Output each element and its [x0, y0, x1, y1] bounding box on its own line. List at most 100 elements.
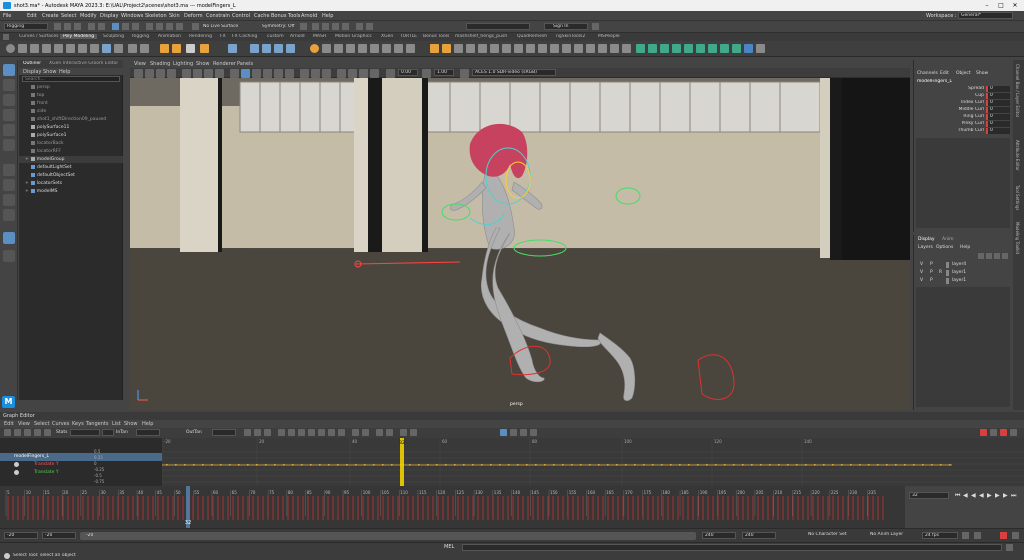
menu-cache[interactable]: Cache	[254, 13, 270, 19]
tab-xgen-editor[interactable]: XGen Interactive Groom Editor	[49, 61, 118, 66]
layer-row[interactable]: V P R layer1	[916, 269, 1010, 277]
list-item[interactable]: shot1_shiftDirection09_paused	[19, 116, 123, 123]
paint-select-tool-icon[interactable]	[3, 94, 15, 106]
graph-outliner-item[interactable]: modelFingers_L	[0, 453, 162, 461]
move-layer-up-icon[interactable]	[978, 253, 984, 259]
shelf-tab-turtle[interactable]: TURTLE	[397, 34, 420, 39]
search-icon[interactable]	[3, 250, 15, 262]
quadrangulate-icon[interactable]	[466, 44, 475, 53]
cleanup-icon[interactable]	[478, 44, 487, 53]
new-layer-selected-icon[interactable]	[1002, 253, 1008, 259]
playback-toggle[interactable]: P	[930, 277, 933, 285]
menu-skeleton[interactable]: Skeleton	[145, 13, 167, 19]
layer-name[interactable]: layer1	[952, 269, 966, 277]
viewport-menu-view[interactable]: View	[134, 61, 146, 67]
poly-sphere-icon[interactable]	[6, 44, 15, 53]
mash-world-icon[interactable]	[744, 44, 753, 53]
graph-outliner-item[interactable]: Translate Y	[0, 469, 162, 477]
poly-cylinder-icon[interactable]	[30, 44, 39, 53]
exposure-field[interactable]: 0.00	[398, 69, 418, 76]
svg-tool-icon[interactable]	[200, 44, 209, 53]
poly-cube-icon[interactable]	[18, 44, 27, 53]
character-set-dropdown[interactable]: No Character Set	[806, 532, 862, 539]
playback-end-field[interactable]: 240	[702, 532, 736, 539]
resolution-gate-icon[interactable]	[204, 69, 213, 78]
auto-tangent-icon[interactable]	[278, 429, 285, 436]
mirror-icon[interactable]	[172, 44, 181, 53]
list-item[interactable]: + modelGroup	[19, 156, 123, 163]
select-object-icon[interactable]	[122, 23, 129, 30]
lock-weight-icon[interactable]	[386, 429, 393, 436]
sound-icon[interactable]	[974, 532, 981, 539]
animation-prefs-icon[interactable]	[1012, 532, 1019, 539]
object-menu[interactable]: Object	[956, 71, 971, 76]
snap-point-icon[interactable]	[166, 23, 173, 30]
backface-culling-icon[interactable]	[370, 69, 379, 78]
close-button[interactable]: ✕	[1010, 2, 1020, 9]
platonic-solid-icon[interactable]	[90, 44, 99, 53]
sign-in-button[interactable]: Sign In	[544, 23, 588, 30]
maximize-button[interactable]: □	[996, 2, 1006, 9]
shelf-tab-ngskintools[interactable]: ngSkinTools2	[553, 34, 588, 39]
list-item[interactable]: locatorBack	[19, 140, 123, 147]
go-to-end-icon[interactable]: ⏭	[1011, 492, 1016, 500]
channels-menu[interactable]: Channels	[917, 71, 938, 76]
live-surface-label[interactable]: No Live Surface	[203, 24, 238, 29]
live-surface-icon[interactable]	[192, 23, 199, 30]
time-slider[interactable]: 5 10 15 20 25 30 35 40 45 50 55 60 65 70 75 80 85 90 95 100…	[0, 486, 905, 528]
xray-icon[interactable]	[348, 69, 357, 78]
menu-bonus-tools[interactable]: Bonus Tools	[271, 13, 300, 19]
menu-create[interactable]: Create	[42, 13, 59, 19]
super-shape-icon[interactable]	[102, 44, 111, 53]
layout-icon[interactable]	[3, 232, 15, 244]
smooth-shade-icon[interactable]	[241, 69, 250, 78]
workspace-dropdown[interactable]: General*	[958, 12, 1013, 19]
menu-display[interactable]: Display	[100, 13, 118, 19]
ge-layout-icon[interactable]	[1010, 429, 1017, 436]
menu-windows[interactable]: Windows	[121, 13, 143, 19]
rotate-tool-icon[interactable]	[3, 124, 15, 136]
insert-edge-loop-icon[interactable]	[358, 44, 367, 53]
layer-color-swatch[interactable]	[946, 270, 949, 276]
harden-edge-icon[interactable]	[622, 44, 631, 53]
viewport-menu-show[interactable]: Show	[196, 61, 210, 67]
list-item[interactable]: defaultLightSet	[19, 164, 123, 171]
stats-frame-field[interactable]	[70, 429, 100, 436]
clamped-tangent-icon[interactable]	[298, 429, 305, 436]
viewport-menu-lighting[interactable]: Lighting	[173, 61, 193, 67]
type-tool-icon[interactable]	[186, 44, 195, 53]
shadows-icon[interactable]	[285, 69, 294, 78]
shelf-tab-sculpting[interactable]: Sculpting	[100, 34, 127, 39]
buffer-curve-icon[interactable]	[400, 429, 407, 436]
step-forward-key-icon[interactable]: ▶	[995, 492, 1000, 499]
ge-menu-help[interactable]: Help	[142, 421, 153, 427]
list-item[interactable]: top	[19, 92, 123, 99]
reduce-icon[interactable]	[442, 44, 451, 53]
side-tab-modeling-toolkit[interactable]: Modeling Toolkit	[1015, 222, 1020, 254]
poly-cone-icon[interactable]	[42, 44, 51, 53]
mash-repro-icon[interactable]	[720, 44, 729, 53]
arnold-render-icon[interactable]	[366, 23, 373, 30]
persp-outliner-icon[interactable]	[3, 194, 15, 206]
ge-menu-show[interactable]: Show	[124, 421, 138, 427]
viewport-menu-shading[interactable]: Shading	[150, 61, 170, 67]
menu-select[interactable]: Select	[61, 13, 76, 19]
list-item[interactable]: locatorRFF	[19, 148, 123, 155]
layer-name[interactable]: layer1	[952, 277, 966, 285]
list-item[interactable]: + modelMS	[19, 188, 123, 195]
play-forward-icon[interactable]: ▶	[987, 492, 992, 499]
redo-icon[interactable]	[98, 23, 105, 30]
textured-icon[interactable]	[263, 69, 272, 78]
post-infinity-icon[interactable]	[530, 429, 537, 436]
list-item[interactable]: polySurface11	[19, 124, 123, 131]
wireframe-on-shaded-icon[interactable]	[252, 69, 261, 78]
viewport-menu-renderer[interactable]: Renderer	[213, 61, 236, 67]
visibility-eye-icon[interactable]	[14, 470, 19, 475]
reference-toggle[interactable]: R	[939, 269, 942, 277]
single-view-icon[interactable]	[3, 164, 15, 176]
four-view-icon[interactable]	[3, 179, 15, 191]
list-item[interactable]: + locatorSets	[19, 180, 123, 187]
ambient-occlusion-icon[interactable]	[300, 69, 309, 78]
visibility-eye-icon[interactable]	[14, 462, 19, 467]
open-scene-icon[interactable]	[64, 23, 71, 30]
